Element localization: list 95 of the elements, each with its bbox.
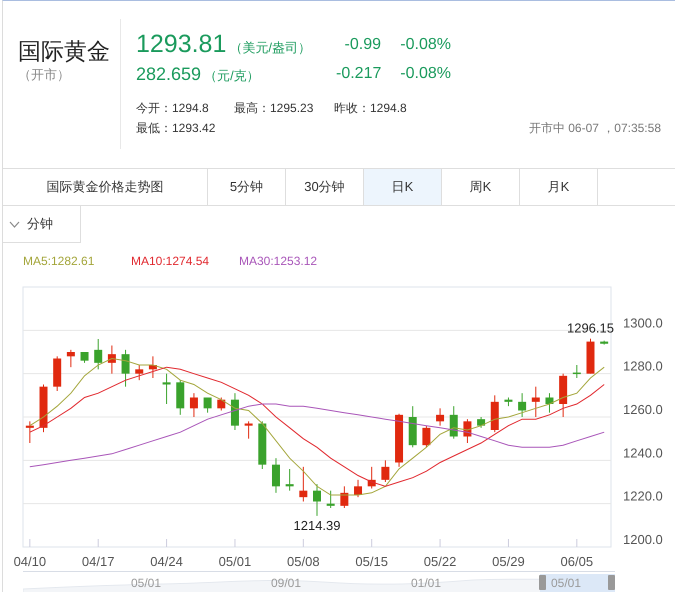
percent-change: -0.08% [399, 64, 451, 84]
navigator-label: 09/01 [271, 575, 302, 591]
candlestick [340, 486, 348, 508]
candlestick [135, 364, 144, 381]
candlestick [326, 490, 335, 508]
axis-label: 04/17 [82, 554, 114, 569]
candlestick [108, 345, 116, 374]
price-value: 1293.81 [136, 29, 226, 60]
candlestick [504, 397, 512, 407]
stat-value: 今开：1294.8 [136, 100, 210, 117]
candlestick [148, 356, 157, 378]
candlestick [286, 468, 294, 492]
price-unit: （元/克） [204, 66, 260, 84]
candlestick [600, 340, 608, 346]
candlestick [299, 466, 308, 502]
candlestick [204, 397, 212, 414]
candlestick [477, 416, 486, 428]
candlestick [217, 397, 226, 411]
candlestick [162, 373, 171, 404]
tick-mark [440, 538, 441, 548]
candlestick [190, 392, 198, 418]
candlestick [450, 406, 458, 440]
candlestick [258, 420, 266, 470]
axis-label: 05/22 [424, 554, 456, 569]
candlestick [408, 406, 417, 448]
axis-label: 04/24 [150, 554, 183, 569]
tick-mark [98, 538, 99, 548]
tick-mark [234, 538, 236, 548]
tick-mark [302, 538, 304, 548]
tick-mark [508, 538, 509, 548]
tick-mark [29, 538, 30, 548]
price-value: 282.659 [136, 62, 202, 86]
price-annotation: 1296.15 [567, 320, 614, 336]
candlestick [532, 386, 540, 418]
candlestick [244, 420, 253, 440]
candlestick [272, 458, 280, 494]
candlestick [436, 408, 444, 426]
axis-label: 05/01 [218, 554, 252, 569]
candlestick [586, 338, 594, 374]
candlestick [572, 364, 581, 378]
candlestick [26, 420, 34, 444]
tick-mark [576, 538, 578, 548]
market-time: 开市中 06-07 ，07:35:58 [528, 120, 661, 137]
tick-mark [166, 538, 168, 548]
candlestick [559, 373, 568, 418]
candlestick [313, 484, 321, 516]
candlestick [381, 460, 390, 482]
axis-label: 05/08 [287, 554, 320, 569]
price-unit: （美元/盎司） [229, 39, 311, 58]
chart-tab[interactable]: 日K [364, 169, 442, 205]
price-change: -0.99 [344, 35, 381, 55]
candlestick [518, 392, 526, 418]
axis-label: 05/15 [355, 554, 388, 569]
candlestick [40, 384, 48, 433]
tick-mark [371, 538, 372, 548]
axis-label: 05/29 [492, 554, 525, 569]
candlestick [463, 418, 472, 444]
market-status: （开市） [18, 66, 70, 84]
axis-label: 04/10 [14, 554, 46, 569]
axis-label: 1240.0 [623, 445, 663, 460]
stat-value: 最低：1293.42 [136, 120, 216, 137]
period-dropdown[interactable]: 分钟 [3, 206, 81, 243]
navigator-label: 05/01 [131, 575, 162, 591]
candlestick [395, 413, 404, 468]
axis-label: 06/05 [560, 554, 594, 569]
candlestick [94, 338, 102, 370]
candlestick [80, 352, 89, 364]
candlestick [354, 479, 362, 498]
candlestick [66, 349, 75, 368]
axis-label: 1280.0 [623, 358, 663, 374]
candlestick [122, 349, 130, 388]
candlestick [53, 356, 62, 392]
navigator-label: 05/01 [551, 575, 582, 591]
axis-label: 1200.0 [623, 532, 663, 547]
percent-change: -0.08% [399, 35, 451, 55]
price-change: -0.217 [336, 64, 381, 84]
price-annotation: 1214.39 [294, 518, 340, 533]
navigator-label: 01/01 [411, 575, 442, 591]
candlestick [545, 392, 554, 414]
candlestick [368, 466, 376, 489]
axis-label: 1220.0 [623, 488, 663, 504]
range-handle[interactable] [608, 575, 615, 590]
instrument-name: 国际黄金 [18, 37, 111, 66]
moving-average-label: MA5:1282.61 [23, 253, 96, 270]
moving-average-label: MA30:1253.12 [239, 253, 318, 270]
axis-label: 1300.0 [623, 315, 663, 330]
stat-value: 最高：1295.23 [234, 100, 314, 117]
candlestick [422, 425, 430, 448]
moving-average-label: MA10:1274.54 [131, 253, 210, 270]
candlestick [176, 380, 184, 416]
range-handle[interactable] [539, 575, 546, 590]
candlestick [230, 392, 239, 430]
axis-label: 1260.0 [623, 402, 663, 417]
candlestick [490, 394, 499, 433]
stat-value: 昨收：1294.8 [334, 100, 408, 117]
